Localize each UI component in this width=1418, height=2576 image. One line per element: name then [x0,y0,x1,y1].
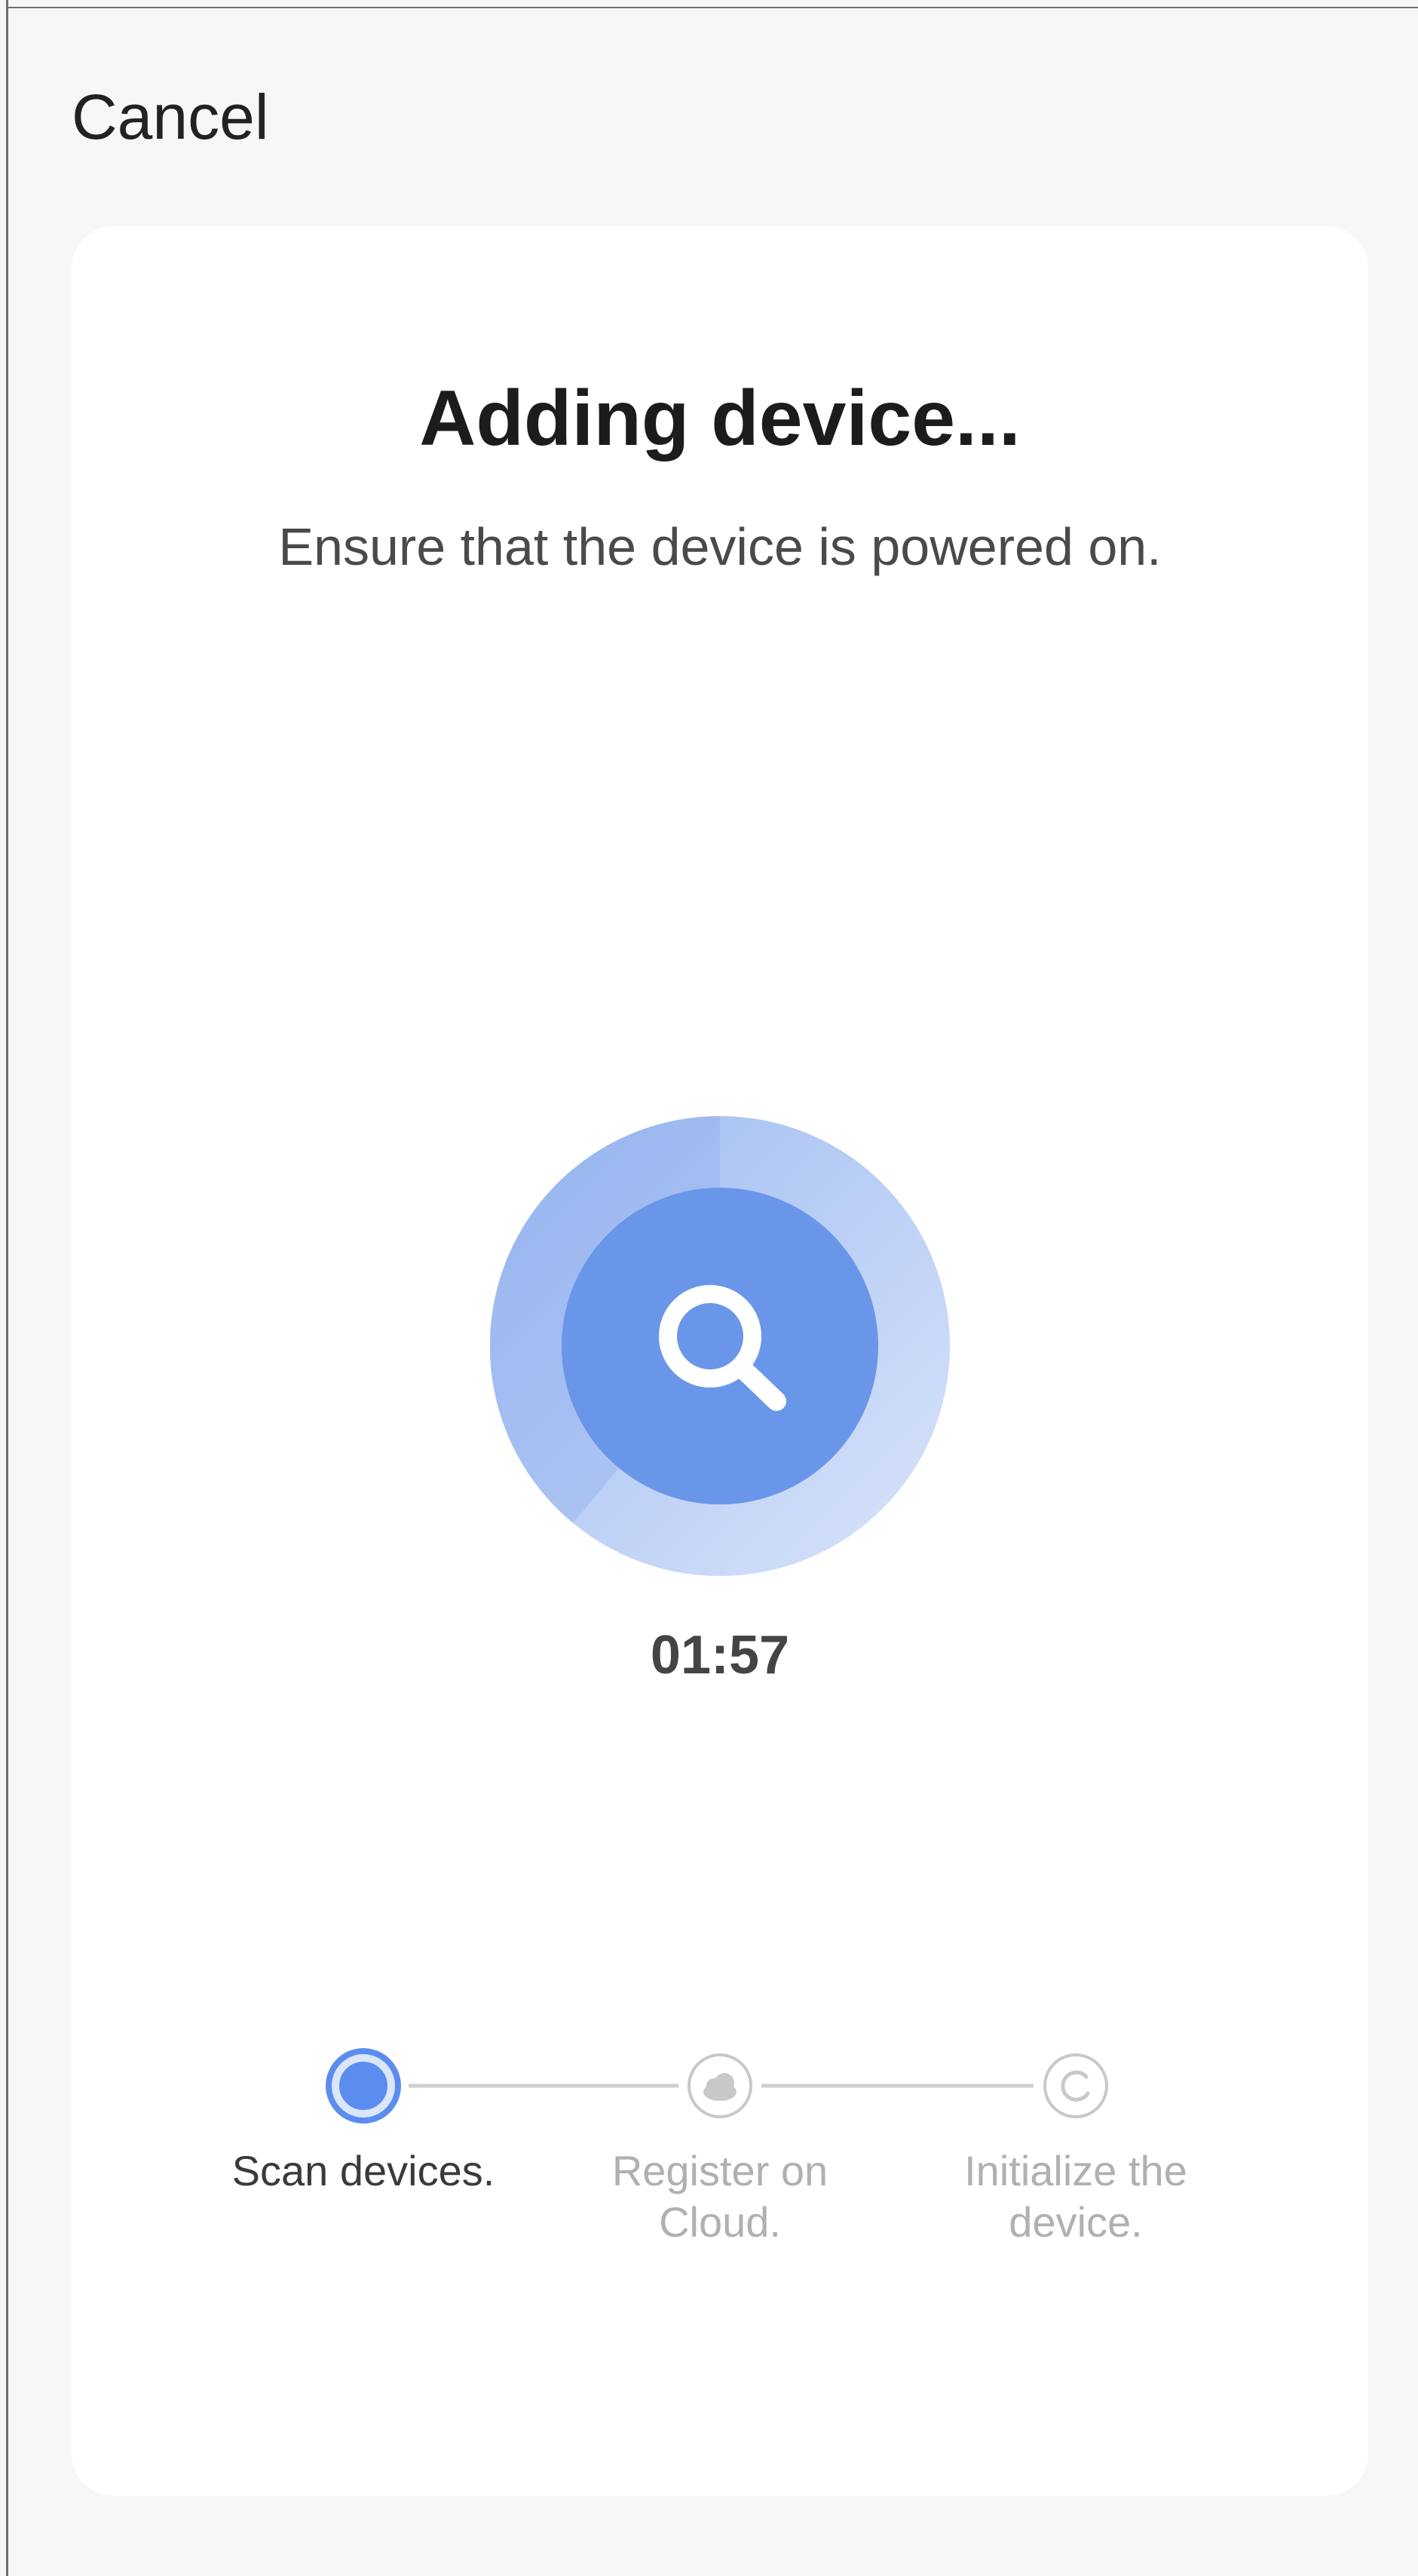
adding-device-card: Adding device... Ensure that the device … [72,226,1368,2496]
window-border-left [6,0,8,2576]
step-3-indicator [1043,2053,1108,2118]
scanning-radar [490,1116,950,1576]
step-label-scan: Scan devices. [231,2147,495,2194]
step-label-register: Register on Cloud. [611,2147,828,2246]
cancel-button[interactable]: Cancel [72,79,268,155]
countdown-timer: 01:57 [650,1625,790,1685]
page-subtitle: Ensure that the device is powered on. [278,517,1162,576]
spinner-icon [343,2065,384,2106]
step-2-indicator [688,2053,752,2118]
window-border-top [6,7,1418,8]
step-1-indicator [326,2048,401,2124]
step-label-initialize: Initialize the device. [964,2147,1187,2246]
progress-steps [326,2048,1108,2124]
page-title: Adding device... [419,375,1021,462]
